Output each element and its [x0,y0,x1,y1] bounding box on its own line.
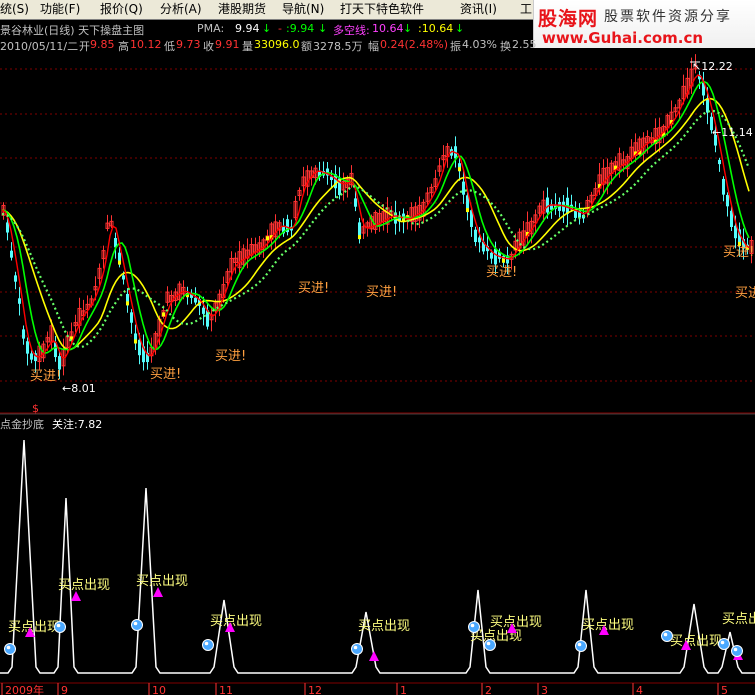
candle-down [10,250,13,258]
signal-ball-highlight [133,621,138,626]
candle-flat [266,236,269,241]
xaxis-label: 12 [308,684,322,695]
dollar-marker: $ [32,402,39,415]
signal-ball-highlight [577,642,582,647]
buy-point-label: 买点出现 [358,619,410,634]
buy-signal-label: 买进! [723,245,754,260]
signal-ball [731,645,743,657]
xaxis-label: 5 [721,684,728,695]
buy-signal-label: 买进! [366,285,397,300]
signal-ball [202,639,214,651]
price-mid-label: ←11.14 [712,126,753,139]
candle-down [122,275,125,280]
signal-ball [131,619,143,631]
buy-point-label: 买点出现 [210,614,262,629]
candle-down [130,312,133,323]
xaxis-label: 10 [152,684,166,695]
candle-down [6,222,9,233]
buy-point-label: 买点出现 [582,618,634,633]
signal-ball-highlight [733,647,738,652]
indicator-panel: 点金抄底 关注:7.82买点出现买点出现 买点出现买点出现 买点出现 买点出现买点出现买… [0,417,755,674]
signal-ball [468,621,480,633]
candle-down [478,237,481,243]
grid-lines [0,68,755,415]
signal-ball-highlight [470,623,475,628]
buy-signal-label: 买进! [735,286,755,301]
candle-down [722,178,725,195]
signal-triangle [369,651,379,661]
price-low-label: ←8.01 [62,382,96,395]
candle-down [22,329,25,339]
chart-annotations: 买进!买进!买进!买进!买进!买进!买进!买进!←8.01↖12.22←11.1… [30,60,755,415]
indicator-line [0,439,755,674]
candle-down [58,356,61,370]
buy-signal-label: 买进! [298,281,329,296]
buy-signal-label: 买进! [150,367,181,382]
candle-down [202,307,205,314]
signal-ball-highlight [486,641,491,646]
xaxis-label: 11 [219,684,233,695]
signal-ball-highlight [56,623,61,628]
candle-down [490,252,493,259]
candle-down [546,197,549,213]
candle-down [730,210,733,227]
signal-ball [661,630,673,642]
buy-signal-label: 买进! [215,349,246,364]
signal-ball [484,639,496,651]
xaxis-label: 9 [61,684,68,695]
candle-down [14,275,17,282]
buy-signal-label: 买进! [30,369,61,384]
candle-down [726,194,729,207]
candle-flat [358,235,361,240]
signal-ball-highlight [6,645,11,650]
signal-ball [4,643,16,655]
candle-flat [134,339,137,344]
signal-ball-highlight [720,640,725,645]
kline-chart[interactable]: 买进!买进!买进!买进!买进!买进!买进!买进!←8.01↖12.22←11.1… [0,0,755,695]
candle-down [18,298,21,304]
signal-ball [575,640,587,652]
candle-down [30,353,33,360]
buy-signal-label: 买进! [486,265,517,280]
x-axis: 2009年 9 10 11 12 1 2 3 4 5 [0,682,755,695]
candle-down [574,210,577,218]
xaxis-label: 4 [636,684,643,695]
candle-down [494,248,497,265]
buy-point-label: 买点出现 [670,634,722,649]
indicator-title: 点金抄底 [0,417,44,431]
candle-flat [502,258,505,263]
candle-down [718,159,721,165]
signal-ball-highlight [204,641,209,646]
buy-point-label: 买点出现 [58,578,110,593]
candle-flat [118,260,121,265]
buy-point-label: 买点出现 [490,615,542,630]
xaxis-label: 3 [541,684,548,695]
signal-ball [54,621,66,633]
candle-down [26,341,29,354]
candle-down [354,198,357,207]
candle-flat [126,301,129,306]
candle-down [462,181,465,195]
candle-flat [466,208,469,213]
candle-down [194,297,197,303]
xaxis-label: 1 [400,684,407,695]
buy-point-label: 买点出现 [8,620,60,635]
candle-flat [162,312,165,317]
signal-ball-highlight [663,632,668,637]
signal-ball [718,638,730,650]
candle-down [474,229,477,242]
xaxis-label: 2 [485,684,492,695]
signal-ball [351,643,363,655]
xaxis-label: 2009年 [5,683,44,695]
buy-point-label: 买点出现 [136,574,188,589]
indicator-focus: 关注:7.82 [52,417,102,431]
signal-ball-highlight [353,645,358,650]
candle-flat [458,167,461,172]
candlesticks [1,54,754,380]
buy-point-label: 买点出现 [722,612,755,627]
